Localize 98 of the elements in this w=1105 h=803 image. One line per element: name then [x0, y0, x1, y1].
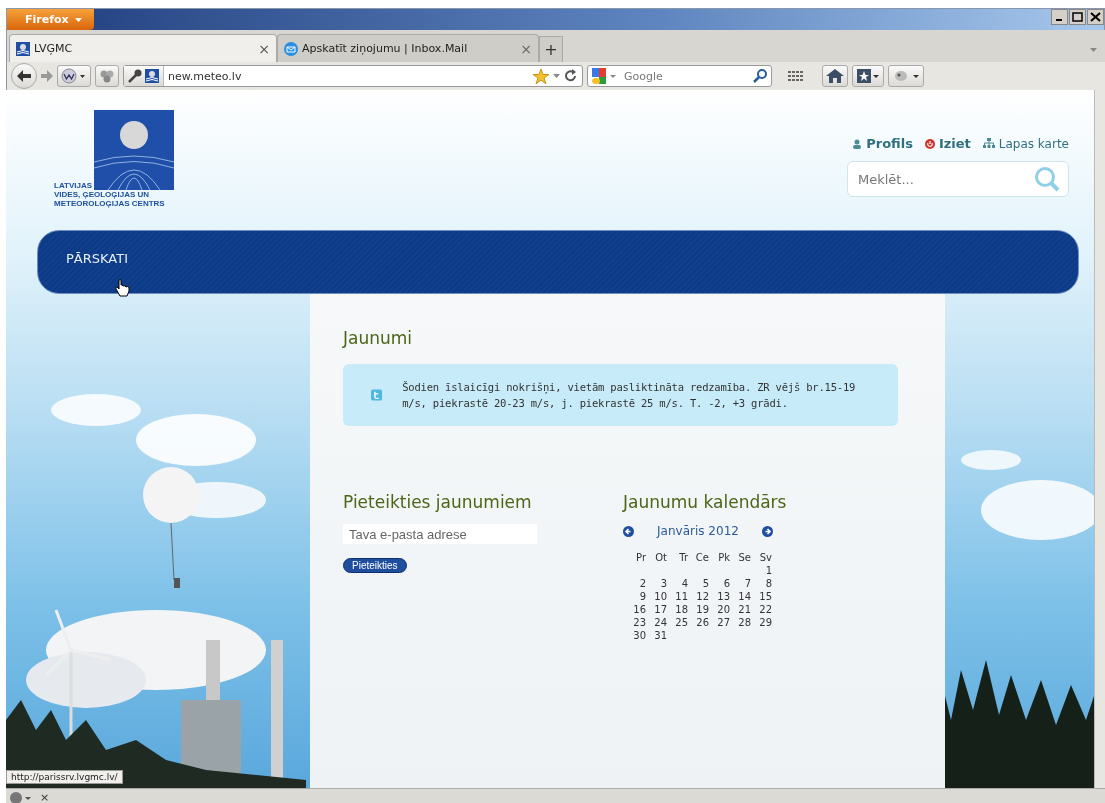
calendar-day[interactable]: 25 [671, 617, 692, 628]
back-button[interactable] [11, 63, 37, 89]
calendar-day[interactable]: 28 [734, 617, 755, 628]
calendar-day[interactable]: 26 [692, 617, 713, 628]
news-text: Šodien īslaicīgi nokrišņi, vietām pasliktināta redzamība. ZR vējš br.15-19 m/s, piekrastē 20-23 m/s, j. piekrastē 25 m/s. T. -2, +3 grādi. [402, 380, 857, 411]
calendar-day[interactable]: 22 [755, 604, 776, 615]
calendar-day[interactable]: 6 [713, 578, 734, 589]
calendar-day[interactable]: 5 [692, 578, 713, 589]
calendar-day[interactable]: 20 [713, 604, 734, 615]
forward-icon [41, 70, 53, 82]
star-icon [533, 68, 549, 84]
close-icon [1087, 9, 1104, 25]
home-button[interactable] [822, 65, 848, 87]
calendar-day[interactable]: 24 [650, 617, 671, 628]
back-arrow-icon [17, 70, 31, 82]
logo-icon [16, 41, 30, 56]
caret-icon [74, 17, 82, 22]
circles-icon [99, 69, 115, 83]
calendar-day[interactable]: 16 [629, 604, 650, 615]
header-link[interactable]: Lapas karte [982, 136, 1069, 151]
calendar-day[interactable]: 13 [713, 591, 734, 602]
globe-icon [61, 68, 87, 84]
calendar-day[interactable]: 27 [713, 617, 734, 628]
calendar-day[interactable]: 19 [692, 604, 713, 615]
calendar-day[interactable]: 4 [671, 578, 692, 589]
weekday-label: Sv [758, 552, 773, 563]
status-url: http://parissrv.lvgmc.lv/ [6, 770, 123, 784]
calendar-day[interactable]: 11 [671, 591, 692, 602]
calendar-day[interactable]: 12 [692, 591, 713, 602]
home-icon [826, 69, 844, 83]
hand-cursor-icon [114, 279, 130, 299]
address-bar[interactable]: new.meteo.lv [123, 65, 583, 87]
envelope-icon [284, 41, 298, 56]
month-title: Janvāris 2012 [657, 524, 739, 538]
calendar-day[interactable]: 9 [629, 591, 650, 602]
extension-button[interactable] [95, 65, 119, 87]
calendar-day[interactable]: 2 [629, 578, 650, 589]
browser-tab[interactable]: LVĢMC × [9, 34, 277, 62]
section-title: Jaunumi [343, 328, 414, 348]
next-arrow-icon[interactable] [762, 525, 773, 537]
previous-arrow-icon[interactable] [623, 525, 634, 537]
logo-icon [145, 69, 159, 83]
logo-icon[interactable] [94, 110, 175, 190]
logo-text: METEOROLOĢIJAS CENTRS [54, 199, 166, 208]
header-link[interactable]: Iziet [924, 136, 971, 151]
search-engine-icon [592, 68, 618, 84]
weekday-label: Pr [635, 552, 647, 563]
calendar-day[interactable]: 15 [755, 591, 776, 602]
addon-button[interactable] [57, 65, 91, 87]
calendar-day[interactable]: 14 [734, 591, 755, 602]
nav-link[interactable]: PĀRSKATI [66, 238, 128, 286]
key-icon [128, 69, 142, 83]
star-icon [856, 68, 880, 84]
section-title: Pieteikties jaunumiem [343, 492, 533, 512]
weekday-label: Ce [694, 552, 710, 563]
email-field[interactable]: Tava e-pasta adrese [343, 524, 537, 544]
search-field[interactable]: Google [622, 68, 749, 84]
person-icon [852, 138, 863, 149]
browser-tab[interactable]: Apskatīt ziņojumu | Inbox.Mail × [277, 34, 539, 62]
reload-icon [564, 69, 578, 83]
calendar-day[interactable]: 17 [650, 604, 671, 615]
weekday-label: Tr [678, 552, 689, 563]
header-link[interactable]: Profils [852, 136, 913, 151]
power-icon [924, 138, 935, 149]
new-tab-button[interactable]: + [539, 36, 563, 62]
weekday-label: Pk [717, 552, 731, 563]
scrollbar[interactable] [1094, 90, 1105, 788]
calendar-day[interactable]: 29 [755, 617, 776, 628]
caret-icon [1090, 48, 1097, 52]
logo-text: LATVIJAS [54, 181, 93, 190]
section-title: Jaunumu kalendārs [623, 492, 787, 512]
tab-close-button[interactable]: × [520, 40, 532, 57]
search-bar[interactable]: Google [587, 65, 772, 87]
search-icon [753, 69, 767, 83]
calendar-day[interactable]: 31 [650, 630, 671, 641]
grid-icon [788, 71, 804, 81]
sitemap-icon [982, 138, 995, 149]
weekday-label: Se [737, 552, 752, 563]
calendar-day[interactable]: 10 [650, 591, 671, 602]
calendar-day[interactable]: 8 [755, 578, 776, 589]
close-button[interactable]: × [40, 791, 50, 803]
tab-close-button[interactable]: × [258, 40, 270, 57]
subscribe-button[interactable]: Pieteikties [343, 558, 407, 573]
minimize-icon [1051, 9, 1068, 25]
search-icon [1034, 166, 1060, 192]
calendar-day[interactable]: 7 [734, 578, 755, 589]
calendar-day[interactable]: 18 [671, 604, 692, 615]
calendar-day[interactable]: 1 [755, 565, 776, 576]
maximize-icon [1069, 9, 1086, 25]
adblock-icon [10, 791, 32, 803]
weekday-label: Ot [654, 552, 668, 563]
caret-icon [553, 74, 560, 78]
calendar-day[interactable]: 3 [650, 578, 671, 589]
logo-text: VIDES, ĢEOLOĢIJAS UN [54, 190, 151, 199]
calendar-day[interactable]: 21 [734, 604, 755, 615]
bookmarks-button[interactable] [852, 65, 884, 87]
calendar-day[interactable]: 23 [629, 617, 650, 628]
calendar-day[interactable]: 30 [629, 630, 650, 641]
